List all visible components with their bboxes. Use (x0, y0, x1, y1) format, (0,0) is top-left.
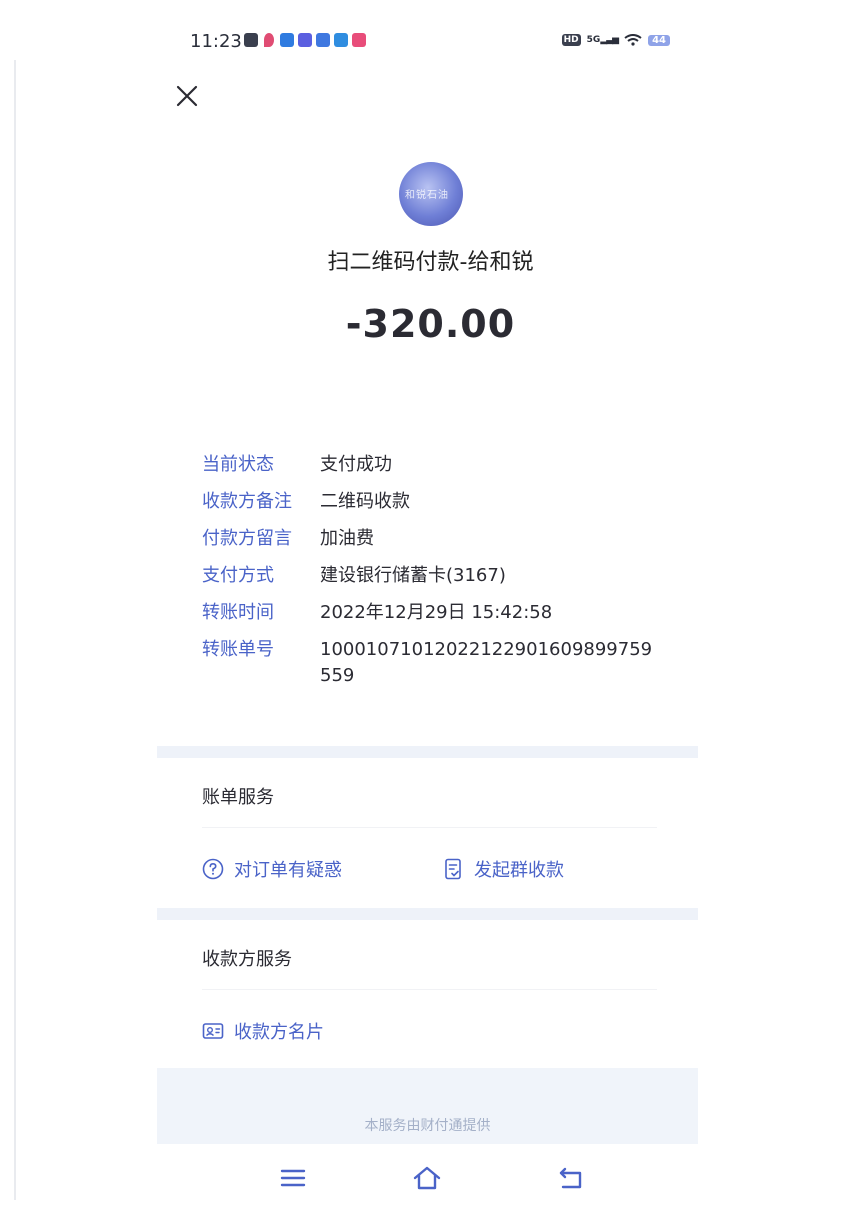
detail-row-transfer-number: 转账单号 10001071012022122901609899759559 (202, 637, 672, 689)
app-notification-icon (244, 33, 258, 47)
divider (202, 989, 657, 990)
hd-voice-icon: HD (561, 34, 581, 46)
cell-signal-icon: 5G▂▃▅ (586, 35, 619, 45)
divider (202, 827, 657, 828)
detail-label: 当前状态 (202, 454, 274, 475)
close-icon[interactable] (175, 84, 199, 108)
order-question-button[interactable]: 对订单有疑惑 (202, 856, 342, 882)
detail-label: 付款方留言 (202, 528, 292, 549)
scan-edge (14, 60, 16, 1200)
detail-row-transfer-time: 转账时间 2022年12月29日 15:42:58 (202, 600, 672, 626)
detail-value: 建设银行储蓄卡(3167) (320, 565, 506, 586)
detail-value: 10001071012022122901609899759559 (320, 639, 653, 686)
action-label: 发起群收款 (474, 860, 564, 881)
page-title: 扫二维码付款-给和锐 (327, 250, 534, 275)
bill-service-title: 账单服务 (202, 787, 274, 808)
home-icon[interactable] (411, 1162, 443, 1194)
wifi-icon (624, 34, 642, 46)
status-time: 11:23 (190, 31, 242, 52)
section-divider (157, 746, 698, 758)
detail-value: 加油费 (320, 528, 374, 549)
section-divider (157, 908, 698, 920)
location-pin-icon (264, 33, 274, 47)
app-notification-icon (316, 33, 330, 47)
payee-avatar: 和锐石油 (399, 162, 463, 226)
detail-value: 二维码收款 (320, 491, 410, 512)
detail-row-status: 当前状态 支付成功 (202, 452, 672, 478)
battery-icon: 44 (648, 34, 670, 46)
signal-label: 5G (586, 35, 601, 45)
detail-label: 转账单号 (202, 639, 274, 660)
app-notification-icon (280, 33, 294, 47)
detail-label: 转账时间 (202, 602, 274, 623)
transaction-details: 当前状态 支付成功 收款方备注 二维码收款 付款方留言 加油费 支付方式 建设银… (202, 452, 672, 700)
provider-note: 本服务由财付通提供 (364, 1118, 491, 1134)
detail-row-payment-method: 支付方式 建设银行储蓄卡(3167) (202, 563, 672, 589)
action-label: 对订单有疑惑 (234, 860, 342, 881)
detail-row-payee-note: 收款方备注 二维码收款 (202, 489, 672, 515)
avatar-text: 和锐石油 (405, 190, 449, 201)
phone-screen: 11:23 HD 5G▂▃▅ 44 和锐石油 扫二维码付款-给和锐 -320.0… (157, 0, 698, 1223)
action-label: 收款方名片 (234, 1022, 324, 1043)
detail-label: 收款方备注 (202, 491, 292, 512)
detail-value: 支付成功 (320, 454, 392, 475)
checklist-doc-icon (445, 858, 461, 880)
status-bar: 11:23 HD 5G▂▃▅ 44 (157, 26, 698, 60)
app-notification-icon (298, 33, 312, 47)
system-nav-bar (157, 1158, 698, 1198)
system-indicators: HD 5G▂▃▅ 44 (561, 34, 670, 46)
detail-label: 支付方式 (202, 565, 274, 586)
detail-row-payer-message: 付款方留言 加油费 (202, 526, 672, 552)
app-notification-icon (334, 33, 348, 47)
payment-amount: -320.00 (345, 302, 516, 346)
payee-card-button[interactable]: 收款方名片 (202, 1018, 324, 1044)
detail-value: 2022年12月29日 15:42:58 (320, 602, 553, 623)
payee-service-title: 收款方服务 (202, 949, 292, 970)
app-notification-icon (352, 33, 366, 47)
contact-card-icon (202, 1023, 224, 1039)
notification-icons (244, 33, 366, 47)
group-collect-button[interactable]: 发起群收款 (444, 856, 564, 882)
menu-icon[interactable] (277, 1162, 309, 1194)
back-icon[interactable] (555, 1162, 587, 1194)
question-circle-icon (202, 858, 224, 880)
